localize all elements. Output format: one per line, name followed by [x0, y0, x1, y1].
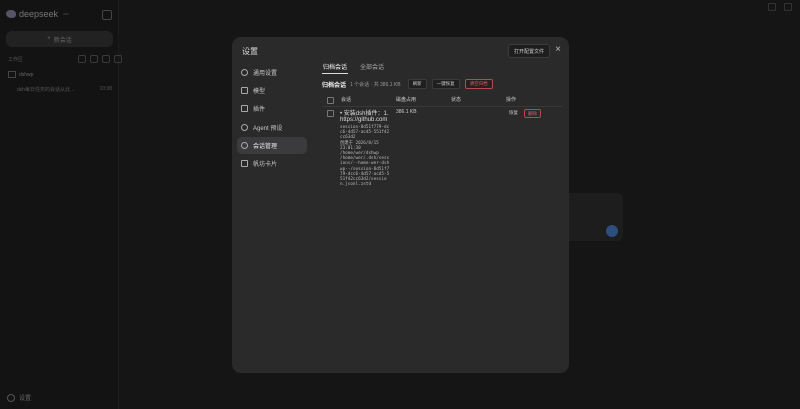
session-row-size: 386.1 KB	[396, 109, 417, 115]
window-top-icons	[768, 3, 792, 11]
background-send-button	[606, 225, 618, 237]
section-stats: 1 个会话 · 共 386.1 KB	[350, 81, 401, 88]
gear-icon	[7, 393, 15, 402]
card-icon	[241, 159, 248, 167]
section-title: 归档会话	[322, 82, 347, 89]
new-chat-label: 新会话	[53, 37, 72, 44]
nav-item-agent-presets[interactable]: Agent 预设	[237, 119, 307, 136]
row-checkbox[interactable]	[327, 110, 334, 117]
header-session: 会话	[341, 97, 352, 103]
session-title: dsh每日任务的会话从此...	[17, 87, 75, 93]
select-all-checkbox[interactable]	[327, 97, 334, 104]
nav-item-label: 插件	[253, 107, 266, 114]
settings-modal: 设置 打开配置文件 × 通用设置 模型 插件 Agent 预设 会话管理 帆坊卡…	[232, 37, 569, 373]
tab-archived-sessions[interactable]: 归档会话	[322, 61, 349, 74]
sidebar-session-item[interactable]: dsh每日任务的会话从此... 10:38	[17, 86, 112, 93]
session-row-meta: session-8d51f779-dc c6-4d57-acd5-551f42 …	[340, 125, 390, 188]
session-tabs: 归档会话 全部会话	[322, 61, 385, 74]
sliders-icon	[241, 105, 248, 113]
gear-icon	[241, 69, 248, 76]
session-time: 10:38	[99, 86, 112, 92]
settings-label: 设置	[19, 396, 32, 402]
table-header: 会话 磁盘占用 状态 操作	[322, 94, 562, 107]
app-sidebar: deepseek + 新会话 工作区 dshwp dsh每日任务的会话从此...…	[0, 0, 122, 409]
filter-icon[interactable]	[90, 55, 98, 63]
robot-icon	[241, 123, 248, 131]
session-row-url: https://github.com	[340, 117, 388, 123]
restore-all-button[interactable]: 一键恢复	[431, 79, 460, 89]
restore-button[interactable]: 恢复	[509, 110, 518, 116]
close-icon[interactable]: ×	[553, 45, 563, 55]
nav-item-label: Agent 预设	[253, 125, 283, 132]
section-header: 归档会话 1 个会话 · 共 386.1 KB 刷新 一键恢复 清空归档	[322, 79, 498, 89]
nav-item-models[interactable]: 模型	[237, 82, 307, 99]
new-chat-button[interactable]: + 新会话	[6, 31, 113, 47]
nav-item-label: 帆坊卡片	[253, 161, 278, 168]
nav-item-label: 模型	[253, 89, 266, 96]
workspace-folder-label: dshwp	[19, 71, 34, 78]
nav-item-session-management[interactable]: 会话管理	[237, 136, 307, 154]
search-icon[interactable]	[78, 55, 86, 63]
nav-item-cards[interactable]: 帆坊卡片	[237, 155, 307, 172]
settings-nav: 通用设置 模型 插件 Agent 预设 会话管理 帆坊卡片	[237, 64, 307, 173]
whale-logo-icon	[6, 10, 16, 18]
modal-title: 设置	[242, 47, 258, 56]
layout-icon[interactable]	[784, 3, 792, 11]
open-config-button[interactable]: 打开配置文件	[508, 44, 551, 58]
cube-icon	[241, 87, 248, 95]
nav-item-plugins[interactable]: 插件	[237, 100, 307, 117]
add-folder-icon[interactable]	[102, 55, 110, 63]
plus-icon: +	[47, 36, 51, 42]
settings-link[interactable]: 设置	[7, 393, 31, 402]
folder-icon	[8, 71, 16, 78]
header-status: 状态	[451, 97, 462, 103]
tab-all-sessions[interactable]: 全部会话	[359, 61, 385, 74]
nav-item-label: 通用设置	[253, 71, 278, 77]
nav-item-general[interactable]: 通用设置	[237, 64, 307, 81]
sidebar-toggle-icon[interactable]	[102, 10, 112, 20]
session-row-title: • 安装dsh插件：1.	[340, 111, 389, 117]
chat-icon	[241, 141, 248, 149]
header-size: 磁盘占用	[396, 97, 417, 103]
nav-item-label: 会话管理	[253, 143, 278, 150]
version-badge	[63, 13, 70, 15]
clear-archive-button[interactable]: 清空归档	[464, 79, 493, 89]
refresh-icon[interactable]	[114, 55, 122, 63]
workspace-label: 工作区	[8, 57, 24, 63]
workspace-tools	[78, 55, 122, 63]
workspace-folder[interactable]: dshwp	[8, 71, 33, 78]
refresh-button[interactable]: 刷新	[407, 79, 427, 89]
delete-button[interactable]: 删除	[524, 109, 541, 118]
brand: deepseek	[6, 9, 70, 19]
header-actions: 操作	[506, 97, 517, 103]
panel-icon[interactable]	[768, 3, 776, 11]
brand-name: deepseek	[19, 9, 59, 19]
